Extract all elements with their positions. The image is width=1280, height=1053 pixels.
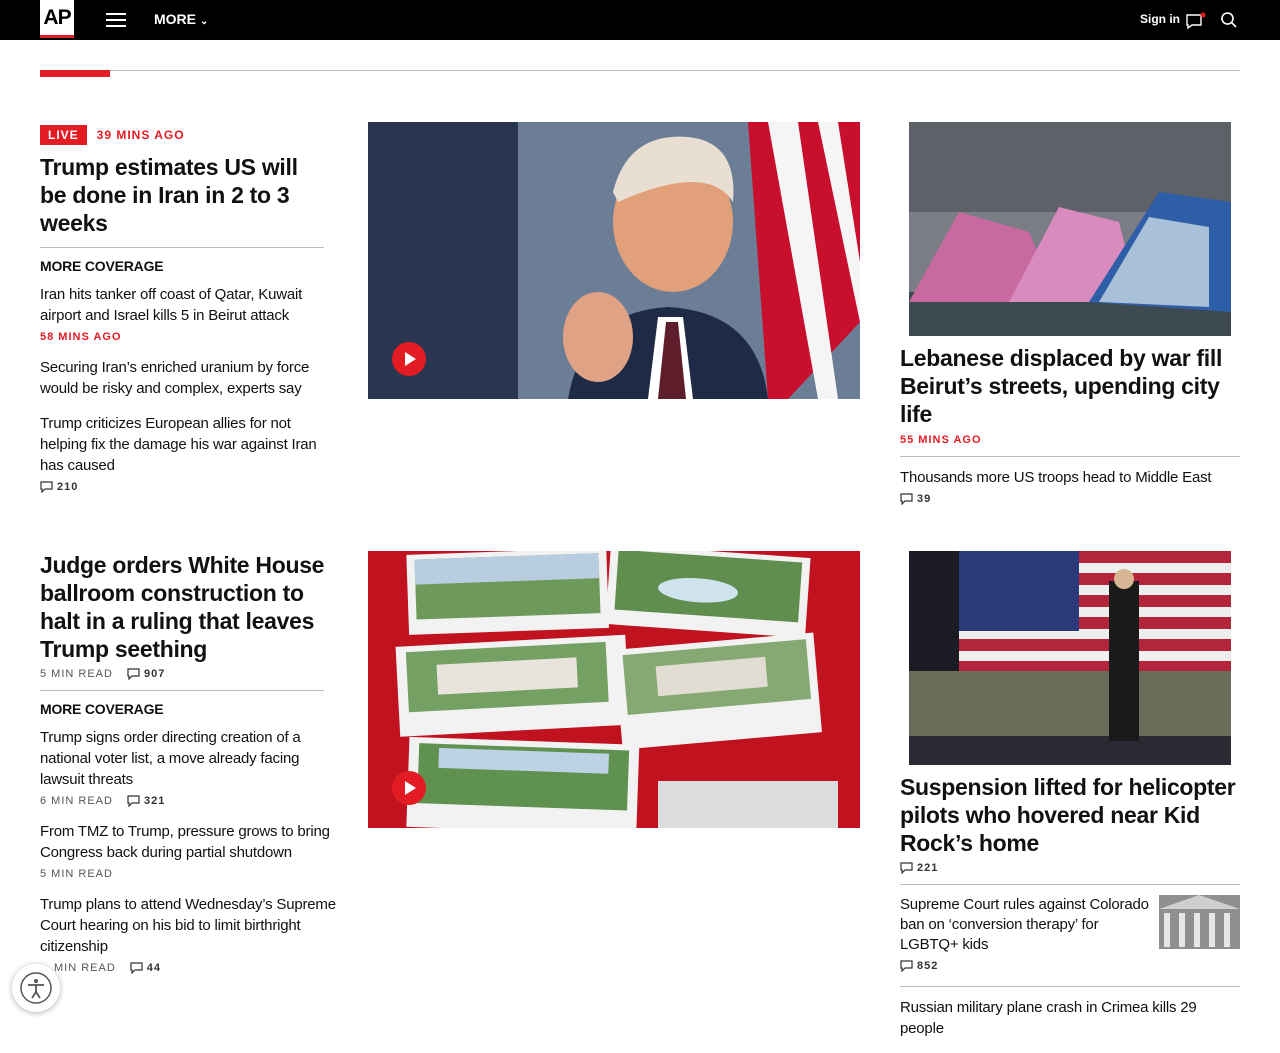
comment-icon: [127, 668, 140, 680]
item-meta: 39: [900, 493, 1240, 505]
comment-icon: [127, 795, 140, 807]
item-meta: 210: [40, 481, 340, 493]
item-meta: MIN READ 44: [40, 962, 340, 974]
list-item[interactable]: Thousands more US troops head to Middle …: [900, 467, 1240, 505]
live-badge: LIVE: [40, 125, 87, 145]
trump-photo-illustration: [368, 122, 860, 399]
story-headline[interactable]: Lebanese displaced by war fill Beirut’s …: [900, 344, 1240, 428]
kid-rock-flag-photo-illustration: [909, 551, 1231, 765]
read-time: MIN READ: [54, 962, 116, 974]
lead-story-column-2: Judge orders White House ballroom constr…: [40, 551, 340, 988]
message-icon[interactable]: [1186, 12, 1206, 30]
read-time: 5 MIN READ: [40, 868, 113, 880]
item-headline[interactable]: Trump signs order directing creation of …: [40, 727, 324, 790]
comment-count[interactable]: 907: [127, 668, 165, 680]
item-meta: 5 MIN READ: [40, 868, 340, 880]
comment-count[interactable]: 221: [900, 862, 938, 874]
comment-count[interactable]: 39: [900, 493, 931, 505]
section-accent-bar: [40, 70, 110, 77]
list-item[interactable]: From TMZ to Trump, pressure grows to bri…: [40, 821, 340, 880]
play-icon[interactable]: [392, 342, 426, 376]
tents-photo-illustration: [909, 122, 1231, 336]
story-image[interactable]: [909, 122, 1231, 336]
play-icon[interactable]: [392, 771, 426, 805]
more-menu-button[interactable]: MORE ⌄: [154, 11, 208, 27]
ballroom-renderings-illustration: [368, 551, 860, 828]
secondary-story-column-2: Suspension lifted for helicopter pilots …: [900, 773, 1240, 1053]
timestamp: 39 MINS AGO: [96, 128, 185, 142]
more-coverage-label: MORE COVERAGE: [40, 258, 164, 274]
item-headline[interactable]: Russian military plane crash in Crimea k…: [900, 997, 1240, 1039]
secondary-story-column: Lebanese displaced by war fill Beirut’s …: [900, 344, 1240, 519]
live-row: LIVE 39 MINS AGO: [40, 125, 340, 145]
item-headline[interactable]: Iran hits tanker off coast of Qatar, Kuw…: [40, 284, 324, 326]
lead-headline[interactable]: Judge orders White House ballroom constr…: [40, 551, 330, 663]
comment-count[interactable]: 210: [40, 481, 78, 493]
item-headline[interactable]: Supreme Court rules against Colorado ban…: [900, 895, 1150, 955]
comment-count[interactable]: 852: [900, 960, 938, 972]
item-headline[interactable]: Thousands more US troops head to Middle …: [900, 467, 1240, 488]
item-headline[interactable]: From TMZ to Trump, pressure grows to bri…: [40, 821, 340, 863]
divider: [40, 690, 324, 691]
comment-count-value: 221: [917, 862, 939, 874]
ballroom-story-image[interactable]: [368, 551, 860, 828]
comment-icon: [40, 481, 53, 493]
item-meta: 6 MIN READ 321: [40, 795, 340, 807]
comment-count-value: 907: [143, 668, 166, 680]
comment-count-value: 39: [917, 493, 932, 505]
list-item[interactable]: Trump signs order directing creation of …: [40, 727, 340, 807]
divider: [900, 456, 1240, 457]
item-headline[interactable]: Trump plans to attend Wednesday’s Suprem…: [40, 894, 340, 957]
comment-icon: [900, 960, 913, 972]
more-coverage-label: MORE COVERAGE: [40, 701, 164, 717]
sign-in-link[interactable]: Sign in: [1140, 12, 1180, 26]
chevron-down-icon: ⌄: [200, 16, 209, 27]
list-item[interactable]: Russian military plane crash in Crimea k…: [900, 997, 1240, 1039]
list-item[interactable]: Supreme Court rules against Colorado ban…: [900, 895, 1240, 972]
item-meta: 221: [900, 862, 1240, 874]
item-meta: 852: [900, 960, 1240, 972]
item-headline[interactable]: Trump criticizes European allies for not…: [40, 413, 324, 476]
comment-icon: [130, 962, 143, 974]
section-divider: [40, 70, 1240, 71]
divider: [40, 247, 324, 248]
comment-count[interactable]: 44: [130, 962, 161, 974]
comment-count-value: 210: [57, 481, 79, 493]
comment-count-value: 321: [143, 795, 166, 807]
lead-story-image[interactable]: [368, 122, 860, 399]
timestamp: 58 MINS AGO: [40, 331, 122, 343]
ap-logo[interactable]: AP: [40, 0, 74, 38]
comment-icon: [900, 862, 913, 874]
comment-count[interactable]: 321: [127, 795, 165, 807]
divider: [900, 884, 1240, 885]
more-menu-label: MORE: [154, 11, 196, 27]
list-item[interactable]: Trump criticizes European allies for not…: [40, 413, 340, 493]
divider: [900, 986, 1240, 987]
timestamp: 55 MINS AGO: [900, 434, 982, 446]
read-time: 5 MIN READ: [40, 668, 113, 680]
story-image[interactable]: [909, 551, 1231, 765]
accessibility-icon: [20, 972, 52, 1004]
supreme-court-thumbnail[interactable]: [1159, 895, 1240, 949]
list-item[interactable]: Trump plans to attend Wednesday’s Suprem…: [40, 894, 340, 974]
lead-headline[interactable]: Trump estimates US will be done in Iran …: [40, 153, 324, 237]
hamburger-icon[interactable]: [106, 13, 126, 27]
item-meta: 5 MIN READ 907: [40, 668, 340, 680]
comment-count-value: 44: [146, 962, 162, 974]
comment-icon: [900, 493, 913, 505]
list-item[interactable]: Securing Iran’s enriched uranium by forc…: [40, 357, 340, 399]
search-icon[interactable]: [1220, 11, 1238, 29]
top-nav-bar: AP MORE ⌄ Sign in: [0, 0, 1280, 40]
list-item[interactable]: Iran hits tanker off coast of Qatar, Kuw…: [40, 284, 340, 343]
comment-count-value: 852: [917, 960, 939, 972]
item-headline[interactable]: Securing Iran’s enriched uranium by forc…: [40, 357, 324, 399]
read-time: 6 MIN READ: [40, 795, 113, 807]
accessibility-button[interactable]: [12, 964, 60, 1012]
lead-story-column: LIVE 39 MINS AGO Trump estimates US will…: [40, 125, 340, 507]
story-headline[interactable]: Suspension lifted for helicopter pilots …: [900, 773, 1240, 857]
